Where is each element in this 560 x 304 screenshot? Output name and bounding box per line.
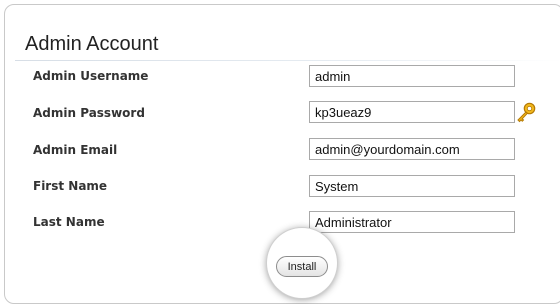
admin-password-input[interactable]: [309, 101, 515, 123]
install-button[interactable]: Install: [276, 256, 328, 277]
admin-email-label: Admin Email: [33, 143, 118, 157]
last-name-label: Last Name: [33, 215, 105, 229]
admin-username-label: Admin Username: [33, 69, 149, 83]
section-title: Admin Account: [25, 33, 159, 55]
admin-email-input[interactable]: [309, 138, 515, 160]
first-name-input[interactable]: [309, 175, 515, 197]
title-divider: [15, 60, 560, 61]
admin-account-panel: Admin Account Admin Username Admin Passw…: [4, 4, 560, 304]
admin-username-input[interactable]: [309, 65, 515, 87]
admin-password-label: Admin Password: [33, 106, 145, 120]
key-icon[interactable]: [514, 100, 538, 124]
last-name-input[interactable]: [309, 211, 515, 233]
first-name-label: First Name: [33, 179, 108, 193]
